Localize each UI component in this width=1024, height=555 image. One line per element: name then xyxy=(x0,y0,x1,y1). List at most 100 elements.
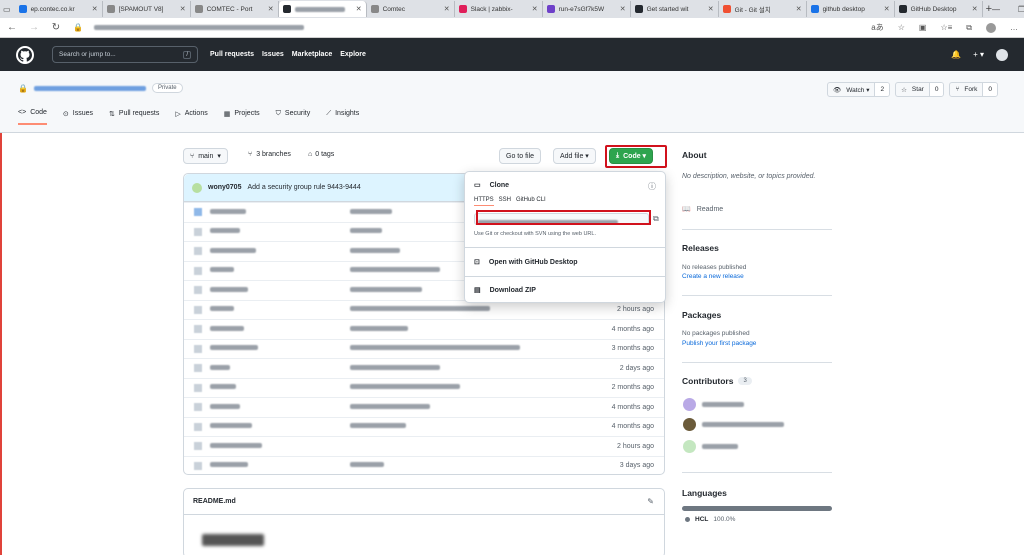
add-file-button[interactable]: Add file ▾ xyxy=(553,148,596,164)
contributors-title[interactable]: Contributors xyxy=(682,376,733,386)
file-row[interactable]: 4 months ago xyxy=(184,319,664,339)
file-name[interactable] xyxy=(210,286,350,294)
nav-explore[interactable]: Explore xyxy=(340,51,366,58)
download-zip-item[interactable]: ▤ Download ZIP xyxy=(465,277,665,303)
search-input[interactable]: Search or jump to... / xyxy=(52,46,198,63)
collections-icon[interactable]: ⧉ xyxy=(966,23,972,33)
profile-icon[interactable] xyxy=(986,22,996,33)
file-commit-message[interactable] xyxy=(350,345,584,352)
split-screen-icon[interactable]: ▣ xyxy=(919,23,927,32)
code-button[interactable]: ⤓ Code ▾ xyxy=(609,148,654,164)
file-name[interactable] xyxy=(210,442,350,450)
copy-icon[interactable]: ⧉ xyxy=(653,214,659,224)
user-avatar[interactable] xyxy=(996,48,1008,61)
repo-name-link[interactable] xyxy=(33,85,146,91)
file-commit-message[interactable] xyxy=(350,306,584,313)
nav-marketplace[interactable]: Marketplace xyxy=(292,51,332,58)
file-name[interactable] xyxy=(210,267,350,274)
read-aloud-icon[interactable]: aあ xyxy=(871,22,883,33)
tab-code[interactable]: <> Code xyxy=(18,109,47,125)
edit-pencil-icon[interactable]: ✎ xyxy=(647,497,654,506)
browser-tab[interactable]: Comtec ✕ xyxy=(367,1,455,17)
notifications-bell-icon[interactable]: 🔔 xyxy=(951,50,961,59)
file-commit-message[interactable] xyxy=(350,403,584,411)
favorite-icon[interactable]: ☆ xyxy=(898,23,905,32)
go-to-file-button[interactable]: Go to file xyxy=(499,148,542,164)
tab-actions-icon[interactable]: ▭ xyxy=(3,2,11,16)
author-avatar[interactable] xyxy=(192,182,202,193)
tab-close-icon[interactable]: ✕ xyxy=(353,5,362,13)
clone-tab-github-cli[interactable]: GitHub CLI xyxy=(516,197,546,206)
back-icon[interactable]: ← xyxy=(6,22,18,33)
file-row[interactable]: 2 days ago xyxy=(184,358,664,378)
file-name[interactable] xyxy=(210,364,350,372)
file-name[interactable] xyxy=(210,306,350,313)
tab-close-icon[interactable]: ✕ xyxy=(441,5,450,13)
help-icon[interactable]: ⓘ xyxy=(648,181,656,192)
file-name[interactable] xyxy=(210,384,350,391)
tab-projects[interactable]: ▦ Projects xyxy=(224,109,260,125)
language-entry[interactable]: HCL 100.0% xyxy=(685,516,735,523)
browser-tab[interactable]: Get started wit ✕ xyxy=(631,1,719,17)
branch-selector[interactable]: ⑂ main ▾ xyxy=(183,148,228,164)
file-commit-message[interactable] xyxy=(350,384,584,391)
more-icon[interactable]: … xyxy=(1010,23,1018,32)
browser-tab[interactable]: [SPAMOUT V8] ✕ xyxy=(103,1,191,17)
publish-package-link[interactable]: Publish your first package xyxy=(682,340,756,347)
browser-tab[interactable]: run-e7sGf7k5W ✕ xyxy=(543,1,631,17)
forward-icon[interactable]: → xyxy=(28,22,40,33)
releases-title[interactable]: Releases xyxy=(682,243,719,253)
contributor-row[interactable] xyxy=(683,440,738,453)
file-commit-message[interactable] xyxy=(350,462,584,469)
file-name[interactable] xyxy=(210,462,350,469)
contributor-row[interactable] xyxy=(683,418,784,431)
github-logo-icon[interactable] xyxy=(16,45,34,64)
commit-message[interactable]: Add a security group rule 9443-9444 xyxy=(247,184,360,191)
file-row[interactable]: 3 months ago xyxy=(184,338,664,359)
nav-pull-requests[interactable]: Pull requests xyxy=(210,51,254,58)
tab-insights[interactable]: ⟋ Insights xyxy=(326,109,359,125)
branches-link[interactable]: ⑂ 3 branches xyxy=(248,151,291,158)
file-row[interactable]: 2 hours ago xyxy=(184,436,664,456)
fork-button[interactable]: ⑂ Fork 0 xyxy=(949,82,998,97)
clone-tab-ssh[interactable]: SSH xyxy=(499,197,511,206)
tab-close-icon[interactable]: ✕ xyxy=(881,5,890,13)
open-with-desktop-item[interactable]: ⊡ Open with GitHub Desktop xyxy=(465,248,665,276)
create-release-link[interactable]: Create a new release xyxy=(682,273,744,280)
browser-tab[interactable]: ✕ xyxy=(278,1,367,17)
file-name[interactable] xyxy=(210,403,350,411)
tab-close-icon[interactable]: ✕ xyxy=(177,5,186,13)
file-name[interactable] xyxy=(210,208,350,216)
file-name[interactable] xyxy=(210,247,350,255)
file-commit-message[interactable] xyxy=(350,423,584,430)
tab-close-icon[interactable]: ✕ xyxy=(705,5,714,13)
file-row[interactable]: 4 months ago xyxy=(184,397,664,417)
readme-link[interactable]: 📖 Readme xyxy=(682,205,723,214)
file-row[interactable]: 4 months ago xyxy=(184,416,664,437)
tab-security[interactable]: ⛉ Security xyxy=(276,109,311,125)
url-field[interactable] xyxy=(94,25,304,30)
browser-tab[interactable]: COMTEC - Port ✕ xyxy=(191,1,279,17)
browser-tab[interactable]: ep.contec.co.kr ✕ xyxy=(15,1,103,17)
contributor-row[interactable] xyxy=(683,398,744,411)
tab-actions[interactable]: ▷ Actions xyxy=(175,109,207,125)
browser-tab[interactable]: Git - Git 설치 ✕ xyxy=(719,1,807,17)
tab-issues[interactable]: ⊙ Issues xyxy=(63,109,93,125)
browser-tab[interactable]: GitHub Desktop ✕ xyxy=(895,1,983,17)
commit-author[interactable]: wony0705 xyxy=(208,184,241,191)
watch-button[interactable]: 👁 Watch ▾ 2 xyxy=(826,82,891,97)
nav-issues[interactable]: Issues xyxy=(262,51,284,58)
tab-close-icon[interactable]: ✕ xyxy=(793,5,802,13)
maximize-button[interactable]: ❐ xyxy=(1018,5,1024,14)
tab-close-icon[interactable]: ✕ xyxy=(89,5,98,13)
tab-pull-requests[interactable]: ⇅ Pull requests xyxy=(109,109,159,125)
reload-icon[interactable]: ↻ xyxy=(50,22,62,33)
tags-link[interactable]: ⌂ 0 tags xyxy=(308,151,334,158)
file-row[interactable]: 2 months ago xyxy=(184,377,664,398)
star-button[interactable]: ☆ Star 0 xyxy=(895,82,945,97)
file-commit-message[interactable] xyxy=(350,325,584,333)
browser-tab[interactable]: Slack | zabbix- ✕ xyxy=(455,1,543,17)
tab-close-icon[interactable]: ✕ xyxy=(529,5,538,13)
tab-close-icon[interactable]: ✕ xyxy=(969,5,978,13)
file-name[interactable] xyxy=(210,325,350,333)
